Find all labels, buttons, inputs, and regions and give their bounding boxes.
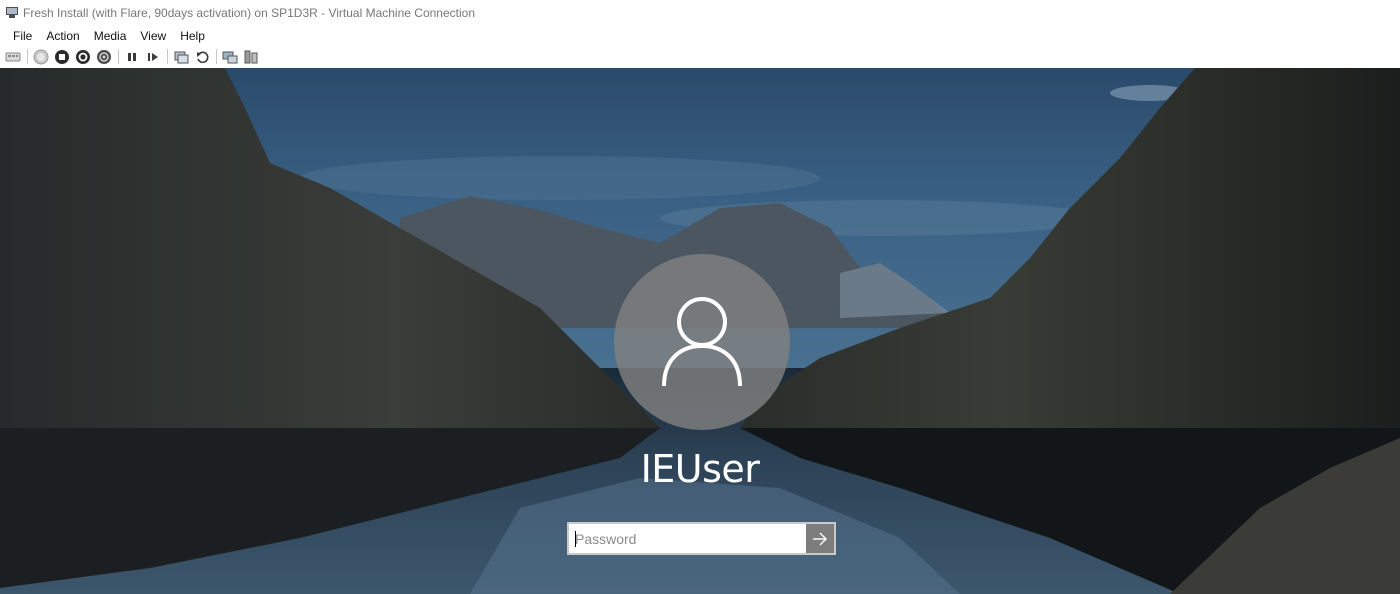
start-icon xyxy=(33,49,49,64)
vm-connection-icon xyxy=(5,7,19,19)
turn-off-button[interactable] xyxy=(53,48,71,66)
menu-action[interactable]: Action xyxy=(39,29,86,43)
shut-down-icon xyxy=(76,49,90,64)
pause-icon xyxy=(128,52,136,61)
revert-button[interactable] xyxy=(193,48,211,66)
ctrl-alt-del-button[interactable] xyxy=(4,48,22,66)
menu-help[interactable]: Help xyxy=(173,29,212,43)
toolbar-separator xyxy=(167,49,168,64)
title-bar: Fresh Install (with Flare, 90days activa… xyxy=(0,0,1400,26)
menu-bar: File Action Media View Help xyxy=(0,26,1400,45)
checkpoint-icon xyxy=(174,51,189,63)
save-button[interactable] xyxy=(95,48,113,66)
start-button[interactable] xyxy=(32,48,50,66)
window-title: Fresh Install (with Flare, 90days activa… xyxy=(23,6,475,20)
toolbar-separator xyxy=(27,49,28,64)
menu-view[interactable]: View xyxy=(133,29,173,43)
ctrl-alt-del-icon xyxy=(5,52,21,61)
resume-button[interactable] xyxy=(144,48,162,66)
menu-file[interactable]: File xyxy=(6,29,39,43)
share-button[interactable] xyxy=(242,48,260,66)
vm-screen[interactable]: IEUser xyxy=(0,68,1400,594)
menu-media[interactable]: Media xyxy=(87,29,134,43)
toolbar xyxy=(0,45,1400,68)
checkpoint-button[interactable] xyxy=(172,48,190,66)
turn-off-icon xyxy=(55,49,69,64)
submit-button[interactable] xyxy=(806,524,834,553)
share-icon xyxy=(244,50,258,63)
arrow-right-icon xyxy=(813,532,827,545)
save-icon xyxy=(97,49,111,64)
enhanced-session-button[interactable] xyxy=(221,48,239,66)
resume-icon xyxy=(148,52,158,61)
shut-down-button[interactable] xyxy=(74,48,92,66)
password-input[interactable] xyxy=(569,524,806,553)
user-avatar xyxy=(614,254,790,430)
toolbar-separator xyxy=(118,49,119,64)
username-label: IEUser xyxy=(640,447,760,491)
pause-button[interactable] xyxy=(123,48,141,66)
revert-icon xyxy=(197,51,209,63)
text-caret xyxy=(575,531,576,547)
toolbar-separator xyxy=(216,49,217,64)
user-avatar-icon xyxy=(662,297,742,387)
enhanced-session-icon xyxy=(222,51,238,63)
password-box xyxy=(567,522,836,555)
